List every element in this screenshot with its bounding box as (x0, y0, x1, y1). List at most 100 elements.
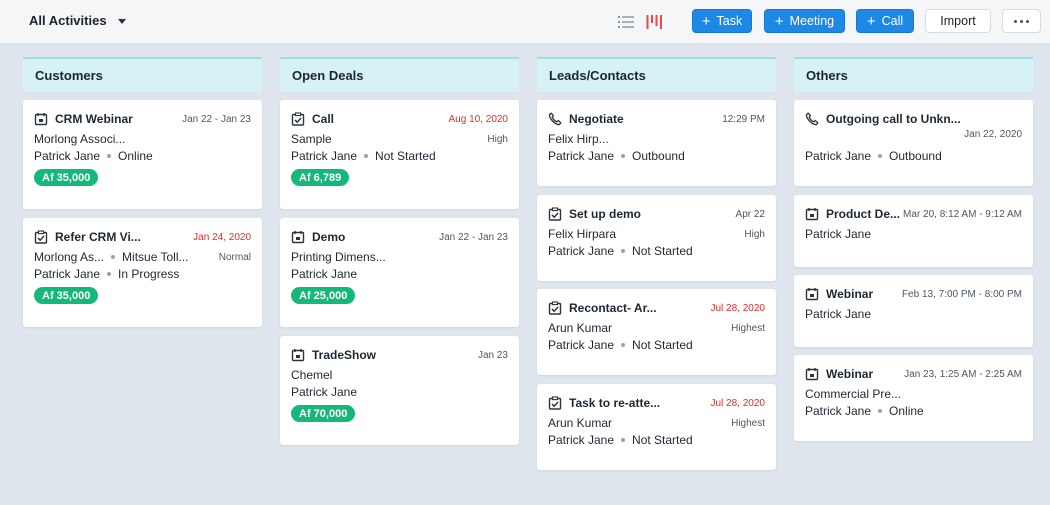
card-title[interactable]: Recontact- Ar... (569, 301, 657, 315)
card-header-row: Set up demo Apr 22 (548, 207, 765, 221)
add-task-button[interactable]: + Task (692, 9, 752, 33)
card-owner: Patrick Jane (805, 149, 872, 163)
card-owner: Patrick Jane (34, 149, 101, 163)
more-dots-icon (1014, 19, 1029, 23)
activity-card[interactable]: Task to re-atte... Jul 28, 2020 Arun Kumar… (537, 384, 776, 470)
task-check-icon (548, 301, 562, 315)
activity-card[interactable]: CRM Webinar Jan 22 - Jan 23 Morlong Associ… (23, 100, 262, 209)
card-title[interactable]: CRM Webinar (55, 112, 133, 126)
related-name: Morlong Associ... (34, 132, 126, 146)
card-title[interactable]: TradeShow (312, 348, 376, 362)
card-title[interactable]: Demo (312, 230, 345, 244)
card-title[interactable]: Webinar (826, 367, 873, 381)
list-view-icon[interactable] (618, 15, 634, 29)
card-related-to: Printing Dimens... (291, 250, 386, 264)
card-related-to: Commercial Pre... (805, 387, 901, 401)
activity-card[interactable]: Product De... Mar 20, 8:12 AM - 9:12 AM Pa… (794, 195, 1033, 267)
activity-card[interactable]: Negotiate 12:29 PM Felix Hirp... Patrick Ja… (537, 100, 776, 186)
activity-card[interactable]: Refer CRM Vi... Jan 24, 2020 Morlong As...… (23, 218, 262, 327)
card-owner-line: Patrick Jane Outbound (548, 149, 685, 163)
card-date: Aug 10, 2020 (448, 113, 509, 125)
card-title[interactable]: Webinar (826, 287, 873, 301)
card-priority: High (487, 134, 508, 145)
card-header-row: Task to re-atte... Jul 28, 2020 (548, 396, 765, 410)
card-status: Online (118, 149, 153, 163)
card-title[interactable]: Negotiate (569, 112, 624, 126)
task-check-icon (291, 112, 305, 126)
activity-card[interactable]: Webinar Jan 23, 1:25 AM - 2:25 AM Commerci… (794, 355, 1033, 441)
calendar-icon (805, 287, 819, 301)
card-related-to: Arun Kumar (548, 321, 612, 335)
card-date: Jul 28, 2020 (710, 397, 766, 409)
activity-card[interactable]: Webinar Feb 13, 7:00 PM - 8:00 PM Patrick … (794, 275, 1033, 347)
card-date: Feb 13, 7:00 PM - 8:00 PM (901, 288, 1022, 300)
card-owner: Patrick Jane (805, 307, 872, 321)
related-contact: Mitsue Toll... (122, 250, 189, 264)
card-related-to: Sample (291, 132, 332, 146)
separator-dot (107, 153, 112, 158)
card-related-to: Morlong As... Mitsue Toll... (34, 250, 189, 264)
card-status: Outbound (632, 149, 685, 163)
card-owner: Patrick Jane (548, 433, 615, 447)
card-owner-line: Patrick Jane Not Started (548, 338, 693, 352)
card-date: Jan 22 - Jan 23 (182, 113, 251, 125)
card-date: Jan 22, 2020 (964, 129, 1022, 140)
activity-card[interactable]: Set up demo Apr 22 Felix Hirpara High Patric… (537, 195, 776, 281)
task-check-icon (34, 230, 48, 244)
add-call-label: Call (881, 14, 904, 28)
related-name: Felix Hirpara (548, 227, 617, 241)
separator-dot (364, 153, 369, 158)
calendar-icon (805, 207, 819, 221)
activity-card[interactable]: Outgoing call to Unkn... Jan 22, 2020 Patr… (794, 100, 1033, 186)
add-call-button[interactable]: + Call (856, 9, 914, 33)
card-title[interactable]: Outgoing call to Unkn... (826, 112, 961, 126)
related-name: Sample (291, 132, 332, 146)
related-name: Arun Kumar (548, 321, 613, 335)
view-selector-dropdown[interactable]: All Activities (29, 13, 126, 28)
column-header: Others (794, 57, 1033, 92)
calendar-icon (291, 348, 305, 362)
card-owner-line: Patrick Jane Not Started (548, 244, 693, 258)
add-meeting-button[interactable]: + Meeting (764, 9, 845, 33)
card-owner-line: Patrick Jane Not Started (548, 433, 693, 447)
card-owner: Patrick Jane (548, 338, 615, 352)
task-check-icon (548, 396, 562, 410)
chevron-down-icon (117, 18, 126, 24)
activity-card[interactable]: Demo Jan 22 - Jan 23 Printing Dimens... Pat… (280, 218, 519, 327)
related-name: Commercial Pre... (805, 387, 902, 401)
card-date: Jan 24, 2020 (193, 231, 251, 243)
card-owner: Patrick Jane (34, 267, 101, 281)
plus-icon: + (866, 12, 876, 30)
card-title[interactable]: Product De... (826, 207, 900, 221)
card-owner: Patrick Jane (291, 267, 358, 281)
related-name: Chemel (291, 368, 333, 382)
card-header-row: Outgoing call to Unkn... Jan 22, 2020 (805, 112, 1022, 140)
card-title[interactable]: Call (312, 112, 334, 126)
card-related-to: Morlong Associ... (34, 132, 125, 146)
activity-card[interactable]: Recontact- Ar... Jul 28, 2020 Arun Kumar Hi… (537, 289, 776, 375)
card-date: 12:29 PM (722, 113, 765, 125)
kanban-view-icon[interactable] (646, 14, 662, 30)
import-button[interactable]: Import (925, 9, 991, 33)
plus-icon: + (701, 12, 711, 30)
activity-card[interactable]: TradeShow Jan 23 Chemel Patrick Jane Af 70,0… (280, 336, 519, 445)
activity-card[interactable]: Call Aug 10, 2020 Sample High Patrick Jane No… (280, 100, 519, 209)
card-related-to: Felix Hirp... (548, 132, 609, 146)
related-name: Printing Dimens... (291, 250, 386, 264)
amount-badge: Af 6,789 (291, 169, 350, 186)
card-title[interactable]: Refer CRM Vi... (55, 230, 141, 244)
card-status: Not Started (632, 433, 693, 447)
task-check-icon (548, 207, 562, 221)
kanban-column: Open Deals Call Aug 10, 2020 Sample High Patr… (280, 57, 519, 445)
card-header-row: Recontact- Ar... Jul 28, 2020 (548, 301, 765, 315)
card-related-to: Felix Hirpara (548, 227, 616, 241)
card-title[interactable]: Task to re-atte... (569, 396, 660, 410)
phone-icon (548, 112, 562, 126)
separator-dot (878, 153, 883, 158)
phone-icon (805, 112, 819, 126)
separator-dot (107, 271, 112, 276)
calendar-icon (291, 230, 305, 244)
more-options-button[interactable] (1002, 9, 1041, 33)
amount-badge: Af 70,000 (291, 405, 356, 422)
card-title[interactable]: Set up demo (569, 207, 641, 221)
